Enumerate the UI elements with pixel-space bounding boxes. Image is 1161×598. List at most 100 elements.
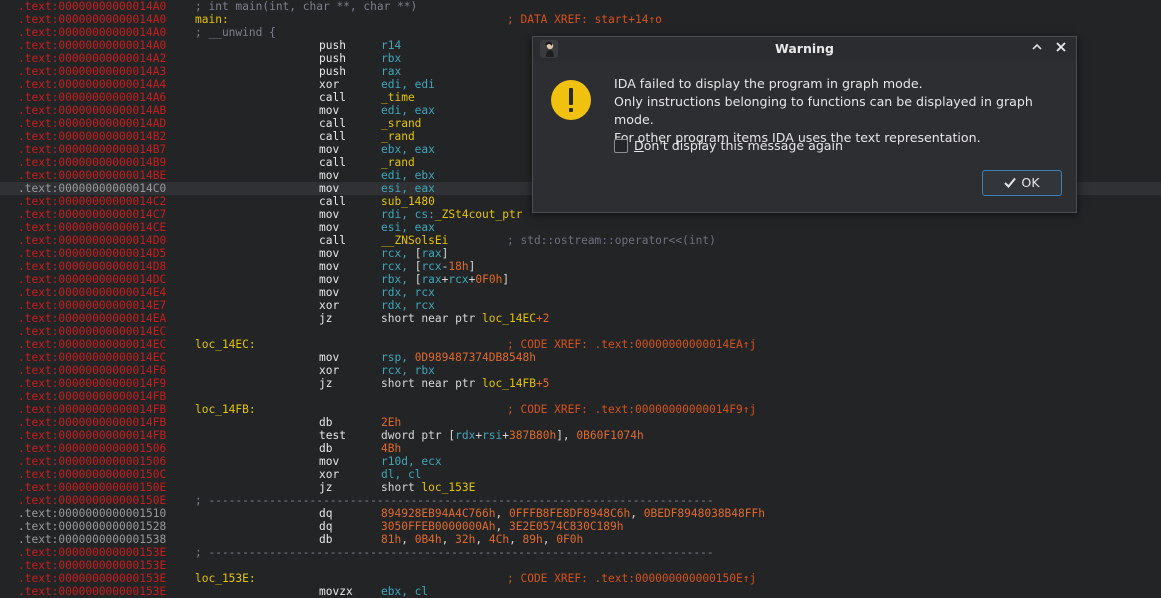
line-address[interactable]: .text:0000000000001510 — [18, 507, 166, 520]
instruction-mnemonic[interactable]: db — [319, 416, 332, 429]
instruction-mnemonic[interactable]: call — [319, 117, 346, 130]
operand-token[interactable]: sub_1480 — [381, 195, 435, 208]
instruction-operands[interactable]: rcx, [rax] — [381, 247, 448, 260]
line-address[interactable]: .text:00000000000014D8 — [18, 260, 166, 273]
instruction-operands[interactable]: esi, eax — [381, 221, 435, 234]
operand-token[interactable]: _rand — [381, 130, 415, 143]
xref-comment[interactable]: ; DATA XREF: start+14↑o — [507, 13, 662, 26]
instruction-operands[interactable]: 81h, 0B4h, 32h, 4Ch, 89h, 0F0h — [381, 533, 583, 546]
instruction-mnemonic[interactable]: xor — [319, 78, 339, 91]
line-address[interactable]: .text:000000000000150C — [18, 468, 166, 481]
line-address[interactable]: .text:00000000000014D5 — [18, 247, 166, 260]
instruction-mnemonic[interactable]: push — [319, 65, 346, 78]
line-address[interactable]: .text:000000000000150E — [18, 481, 166, 494]
instruction-mnemonic[interactable]: mov — [319, 273, 339, 286]
line-address[interactable]: .text:00000000000014B7 — [18, 143, 166, 156]
instruction-operands[interactable]: r14 — [381, 39, 401, 52]
instruction-operands[interactable]: rbx, [rax+rcx+0F0h] — [381, 273, 509, 286]
operand-token[interactable]: _srand — [381, 117, 421, 130]
instruction-mnemonic[interactable]: mov — [319, 221, 339, 234]
listing-line[interactable]: .text:00000000000014F9 jz short near ptr l… — [0, 377, 1161, 390]
line-address[interactable]: .text:00000000000014B2 — [18, 130, 166, 143]
listing-line[interactable]: .text:00000000000014EC mov rsp, 0D98948737… — [0, 351, 1161, 364]
line-address[interactable]: .text:00000000000014A0 — [18, 39, 166, 52]
instruction-operands[interactable]: short near ptr loc_14EC+2 — [381, 312, 549, 325]
listing-line[interactable]: .text:00000000000014DC mov rbx, [rax+rcx+0… — [0, 273, 1161, 286]
instruction-operands[interactable]: 4Bh — [381, 442, 401, 455]
line-address[interactable]: .text:00000000000014FB — [18, 390, 166, 403]
instruction-operands[interactable]: _rand — [381, 156, 415, 169]
instruction-mnemonic[interactable]: call — [319, 130, 346, 143]
line-address[interactable]: .text:000000000000153E — [18, 546, 166, 559]
listing-line[interactable]: .text:0000000000001528 dq 3050FFEB0000000A… — [0, 520, 1161, 533]
instruction-mnemonic[interactable]: dq — [319, 507, 332, 520]
listing-line[interactable]: .text:00000000000014EC loc_14EC: ; CODE XR… — [0, 338, 1161, 351]
listing-line[interactable]: .text:000000000000150E ; ----------------… — [0, 494, 1161, 507]
instruction-mnemonic[interactable]: mov — [319, 182, 339, 195]
operand-token[interactable]: _time — [381, 91, 415, 104]
instruction-operands[interactable]: dword ptr [rdx+rsi+387B80h], 0B60F1074h — [381, 429, 644, 442]
line-address[interactable]: .text:0000000000001506 — [18, 455, 166, 468]
listing-line[interactable]: .text:00000000000014EA jz short near ptr l… — [0, 312, 1161, 325]
instruction-mnemonic[interactable]: dq — [319, 520, 332, 533]
line-address[interactable]: .text:00000000000014A4 — [18, 78, 166, 91]
instruction-mnemonic[interactable]: mov — [319, 169, 339, 182]
instruction-operands[interactable]: rsp, 0D989487374DB8548h — [381, 351, 536, 364]
listing-line[interactable]: .text:00000000000014FB db 2Eh — [0, 416, 1161, 429]
code-label[interactable]: loc_153E: — [195, 572, 256, 585]
instruction-mnemonic[interactable]: jz — [319, 377, 332, 390]
listing-line[interactable]: .text:0000000000001506 db 4Bh — [0, 442, 1161, 455]
instruction-operands[interactable]: _time — [381, 91, 415, 104]
line-address[interactable]: .text:00000000000014E7 — [18, 299, 166, 312]
instruction-operands[interactable]: ebx, eax — [381, 143, 435, 156]
listing-line[interactable]: .text:000000000000153E — [0, 559, 1161, 572]
instruction-mnemonic[interactable]: call — [319, 195, 346, 208]
instruction-mnemonic[interactable]: mov — [319, 286, 339, 299]
instruction-operands[interactable]: rbx — [381, 52, 401, 65]
line-address[interactable]: .text:00000000000014EA — [18, 312, 166, 325]
listing-line[interactable]: .text:00000000000014E4 mov rdx, rcx — [0, 286, 1161, 299]
instruction-mnemonic[interactable]: xor — [319, 299, 339, 312]
instruction-operands[interactable]: sub_1480 — [381, 195, 435, 208]
instruction-operands[interactable]: _rand — [381, 130, 415, 143]
listing-line[interactable]: .text:00000000000014EC — [0, 325, 1161, 338]
instruction-operands[interactable]: 2Eh — [381, 416, 401, 429]
instruction-operands[interactable]: __ZNSolsEi — [381, 234, 448, 247]
line-address[interactable]: .text:00000000000014B9 — [18, 156, 166, 169]
line-address[interactable]: .text:00000000000014F6 — [18, 364, 166, 377]
instruction-mnemonic[interactable]: mov — [319, 143, 339, 156]
dialog-titlebar[interactable]: Warning — [533, 37, 1076, 61]
instruction-operands[interactable]: rcx, [rcx-18h] — [381, 260, 475, 273]
instruction-mnemonic[interactable]: jz — [319, 481, 332, 494]
instruction-mnemonic[interactable]: xor — [319, 468, 339, 481]
instruction-operands[interactable]: rdx, rcx — [381, 286, 435, 299]
instruction-operands[interactable]: short near ptr loc_14FB+5 — [381, 377, 549, 390]
xref-comment[interactable]: ; CODE XREF: .text:00000000000014EA↑j — [507, 338, 756, 351]
dont-display-checkbox-label[interactable]: Don't display this message again — [634, 138, 843, 153]
listing-line[interactable]: .text:0000000000001510 dq 894928EB94A4C766… — [0, 507, 1161, 520]
instruction-operands[interactable]: rdx, rcx — [381, 299, 435, 312]
line-address[interactable]: .text:0000000000001538 — [18, 533, 166, 546]
line-address[interactable]: .text:00000000000014A6 — [18, 91, 166, 104]
instruction-operands[interactable]: rax — [381, 65, 401, 78]
operand-token[interactable]: _ZSt4cout_ptr — [435, 208, 523, 221]
instruction-mnemonic[interactable]: xor — [319, 364, 339, 377]
instruction-mnemonic[interactable]: call — [319, 234, 346, 247]
instruction-mnemonic[interactable]: push — [319, 39, 346, 52]
close-x-icon[interactable] — [1053, 40, 1069, 56]
dont-display-checkbox[interactable] — [614, 139, 628, 153]
line-address[interactable]: .text:00000000000014A0 — [18, 26, 166, 39]
listing-line[interactable]: .text:0000000000001506 mov r10d, ecx — [0, 455, 1161, 468]
line-address[interactable]: .text:00000000000014E4 — [18, 286, 166, 299]
line-address[interactable]: .text:000000000000150E — [18, 494, 166, 507]
line-address[interactable]: .text:00000000000014A0 — [18, 0, 166, 13]
line-address[interactable]: .text:000000000000153E — [18, 585, 166, 598]
operand-token[interactable]: loc_14EC — [482, 312, 536, 325]
line-address[interactable]: .text:00000000000014EC — [18, 325, 166, 338]
line-address[interactable]: .text:00000000000014BE — [18, 169, 166, 182]
listing-line[interactable]: .text:00000000000014A0 main: ; DATA XREF: … — [0, 13, 1161, 26]
instruction-operands[interactable]: short loc_153E — [381, 481, 475, 494]
instruction-operands[interactable]: rdi, cs:_ZSt4cout_ptr — [381, 208, 522, 221]
instruction-mnemonic[interactable]: mov — [319, 260, 339, 273]
instruction-mnemonic[interactable]: movzx — [319, 585, 353, 598]
